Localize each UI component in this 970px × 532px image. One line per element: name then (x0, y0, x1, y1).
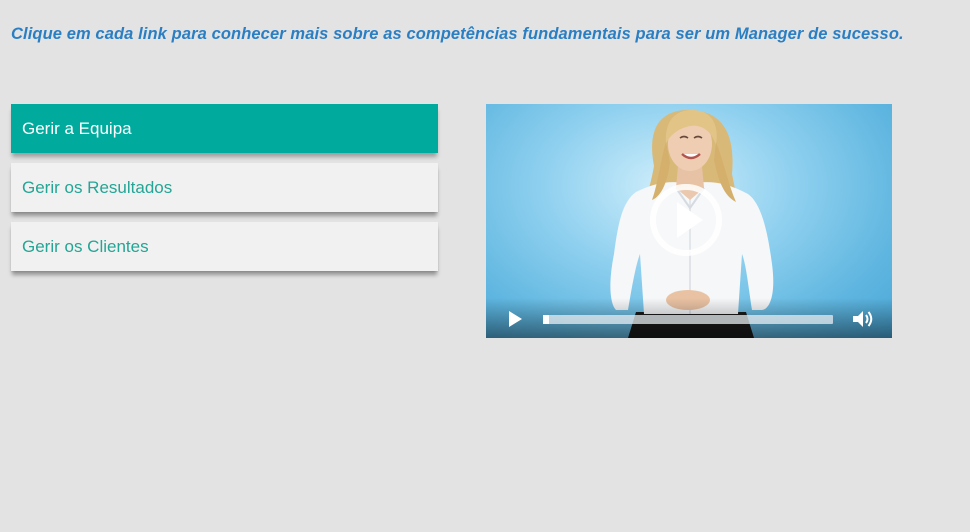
menu-item-label: Gerir os Resultados (22, 177, 173, 197)
instruction-text: Clique em cada link para conhecer mais s… (11, 25, 904, 43)
volume-icon[interactable] (851, 308, 875, 330)
menu-item-label: Gerir a Equipa (22, 118, 132, 138)
video-player[interactable] (486, 104, 892, 338)
competency-menu: Gerir a Equipa Gerir os Resultados Gerir… (11, 104, 438, 281)
menu-item-gerir-clientes[interactable]: Gerir os Clientes (11, 222, 438, 271)
menu-item-label: Gerir os Clientes (22, 236, 149, 256)
play-circle-icon[interactable] (644, 182, 728, 258)
menu-item-gerir-equipa[interactable]: Gerir a Equipa (11, 104, 438, 153)
menu-item-gerir-resultados[interactable]: Gerir os Resultados (11, 163, 438, 212)
progress-bar-fill (543, 315, 549, 324)
video-controls (486, 298, 892, 338)
progress-bar[interactable] (543, 315, 833, 324)
play-icon[interactable] (506, 310, 524, 328)
